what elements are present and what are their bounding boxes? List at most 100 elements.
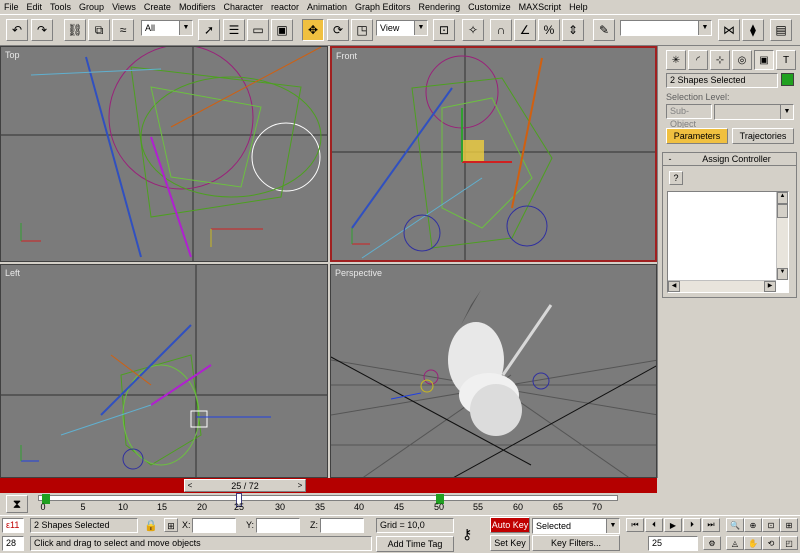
motion-tab-icon[interactable]: ◎: [732, 50, 752, 70]
zoom-extents-all-icon[interactable]: ⊞: [780, 518, 798, 532]
pan-view-icon[interactable]: ✋: [744, 536, 762, 550]
scroll-down-icon[interactable]: ▼: [777, 268, 788, 280]
viewport-label-front[interactable]: Front: [336, 51, 357, 61]
next-frame-icon[interactable]: ⏵: [683, 518, 701, 532]
maxscript-mini-listener[interactable]: ε11: [2, 518, 24, 533]
select-and-rotate-icon[interactable]: ⟳: [327, 19, 349, 41]
field-of-view-icon[interactable]: ◬: [726, 536, 744, 550]
time-slider[interactable]: < 25 / 72 >: [184, 479, 306, 492]
key-mode-dropdown[interactable]: Selected ▼: [532, 518, 620, 534]
menu-animation[interactable]: Animation: [303, 0, 351, 14]
arc-rotate-icon[interactable]: ⟲: [762, 536, 780, 550]
menu-graph-editors[interactable]: Graph Editors: [351, 0, 415, 14]
scroll-up-icon[interactable]: ▲: [777, 192, 788, 204]
menu-file[interactable]: File: [0, 0, 23, 14]
curve-editor-mini-icon[interactable]: ⧗: [6, 495, 28, 513]
percent-snap-icon[interactable]: %: [538, 19, 560, 41]
absolute-mode-icon[interactable]: ⊞: [164, 518, 178, 532]
viewport-label-top[interactable]: Top: [5, 50, 20, 60]
current-frame-field[interactable]: 25: [648, 536, 698, 551]
menu-group[interactable]: Group: [75, 0, 108, 14]
named-selection-dropdown[interactable]: ▼: [620, 20, 712, 36]
select-object-icon[interactable]: ➚: [198, 19, 220, 41]
listener-input[interactable]: 28: [2, 536, 24, 551]
edit-named-selection-icon[interactable]: ✎: [593, 19, 615, 41]
viewport-front[interactable]: Front: [330, 46, 657, 262]
selection-filter-dropdown[interactable]: All ▼: [141, 20, 193, 36]
auto-key-button[interactable]: Auto Key: [490, 517, 530, 533]
viewport-perspective[interactable]: Perspective: [330, 264, 657, 478]
go-to-start-icon[interactable]: ⏮: [626, 518, 644, 532]
prev-frame-icon[interactable]: <: [185, 481, 195, 490]
modify-tab-icon[interactable]: ◜: [688, 50, 708, 70]
track-bar[interactable]: ⧗ 0 5 10 15 20 25 30 35 40 45 50 55 60 6…: [0, 493, 800, 515]
menu-edit[interactable]: Edit: [23, 0, 47, 14]
horizontal-scrollbar[interactable]: ◀ ▶: [668, 280, 776, 292]
menu-create[interactable]: Create: [140, 0, 175, 14]
undo-icon[interactable]: ↶: [6, 19, 28, 41]
rectangular-selection-icon[interactable]: ▭: [247, 19, 269, 41]
viewport-label-perspective[interactable]: Perspective: [335, 268, 382, 278]
previous-frame-icon[interactable]: ⏴: [645, 518, 663, 532]
z-coordinate-field[interactable]: [320, 518, 364, 533]
pivot-center-icon[interactable]: ⊡: [433, 19, 455, 41]
zoom-extents-icon[interactable]: ⊡: [762, 518, 780, 532]
go-to-end-icon[interactable]: ⏭: [702, 518, 720, 532]
viewport-left[interactable]: Left: [0, 264, 328, 478]
snaps-toggle-icon[interactable]: ∩: [490, 19, 512, 41]
key-filters-button[interactable]: Key Filters...: [532, 535, 620, 551]
y-coordinate-field[interactable]: [256, 518, 300, 533]
menu-views[interactable]: Views: [108, 0, 140, 14]
select-and-scale-icon[interactable]: ◳: [351, 19, 373, 41]
scroll-left-icon[interactable]: ◀: [668, 281, 680, 292]
scroll-thumb[interactable]: [777, 204, 788, 218]
key-icon[interactable]: ⚷: [462, 526, 472, 543]
vertical-scrollbar[interactable]: ▲ ▼: [776, 192, 788, 280]
display-tab-icon[interactable]: ▣: [754, 50, 774, 70]
rollout-header[interactable]: - Assign Controller: [663, 153, 796, 166]
play-icon[interactable]: ▶: [664, 518, 682, 532]
spinner-snap-icon[interactable]: ⇕: [562, 19, 584, 41]
unlink-icon[interactable]: ⧉: [88, 19, 110, 41]
add-time-tag-button[interactable]: Add Time Tag: [376, 536, 454, 552]
menu-modifiers[interactable]: Modifiers: [175, 0, 220, 14]
x-coordinate-field[interactable]: [192, 518, 236, 533]
sub-object-dropdown[interactable]: ▼: [714, 104, 794, 120]
menu-help[interactable]: Help: [565, 0, 592, 14]
select-and-link-icon[interactable]: ⛓: [64, 19, 86, 41]
time-configuration-icon[interactable]: ⚙: [703, 536, 721, 550]
zoom-all-icon[interactable]: ⊕: [744, 518, 762, 532]
selection-name-field[interactable]: 2 Shapes Selected: [666, 73, 778, 88]
menu-maxscript[interactable]: MAXScript: [515, 0, 566, 14]
menu-customize[interactable]: Customize: [464, 0, 515, 14]
object-color-swatch[interactable]: [781, 73, 794, 86]
assign-controller-button[interactable]: ?: [669, 171, 683, 185]
create-tab-icon[interactable]: ✳: [666, 50, 686, 70]
viewport-top[interactable]: Top: [0, 46, 328, 262]
menu-tools[interactable]: Tools: [46, 0, 75, 14]
utilities-tab-icon[interactable]: T: [776, 50, 796, 70]
maximize-viewport-icon[interactable]: ◰: [780, 536, 798, 550]
trajectories-tab[interactable]: Trajectories: [732, 128, 794, 144]
bind-to-space-warp-icon[interactable]: ≈: [112, 19, 134, 41]
align-icon[interactable]: ⧫: [742, 19, 764, 41]
reference-coordinate-dropdown[interactable]: View ▼: [376, 20, 428, 36]
scroll-right-icon[interactable]: ▶: [764, 281, 776, 292]
menu-rendering[interactable]: Rendering: [415, 0, 465, 14]
angle-snap-icon[interactable]: ∠: [514, 19, 536, 41]
controller-tree-list[interactable]: ▲ ▼ ◀ ▶: [667, 191, 789, 293]
select-and-move-icon[interactable]: ✥: [302, 19, 324, 41]
sub-object-button[interactable]: Sub-Object: [666, 104, 712, 129]
rollout-collapse-icon[interactable]: -: [663, 154, 677, 164]
set-key-button[interactable]: Set Key: [490, 535, 530, 551]
parameters-tab[interactable]: Parameters: [666, 128, 728, 144]
select-and-manipulate-icon[interactable]: ✧: [462, 19, 484, 41]
menu-reactor[interactable]: reactor: [267, 0, 303, 14]
zoom-icon[interactable]: 🔍: [726, 518, 744, 532]
next-frame-icon[interactable]: >: [295, 481, 305, 490]
menu-character[interactable]: Character: [219, 0, 267, 14]
redo-icon[interactable]: ↷: [31, 19, 53, 41]
viewport-label-left[interactable]: Left: [5, 268, 20, 278]
lock-selection-icon[interactable]: 🔒: [144, 519, 158, 532]
window-crossing-icon[interactable]: ▣: [271, 19, 293, 41]
